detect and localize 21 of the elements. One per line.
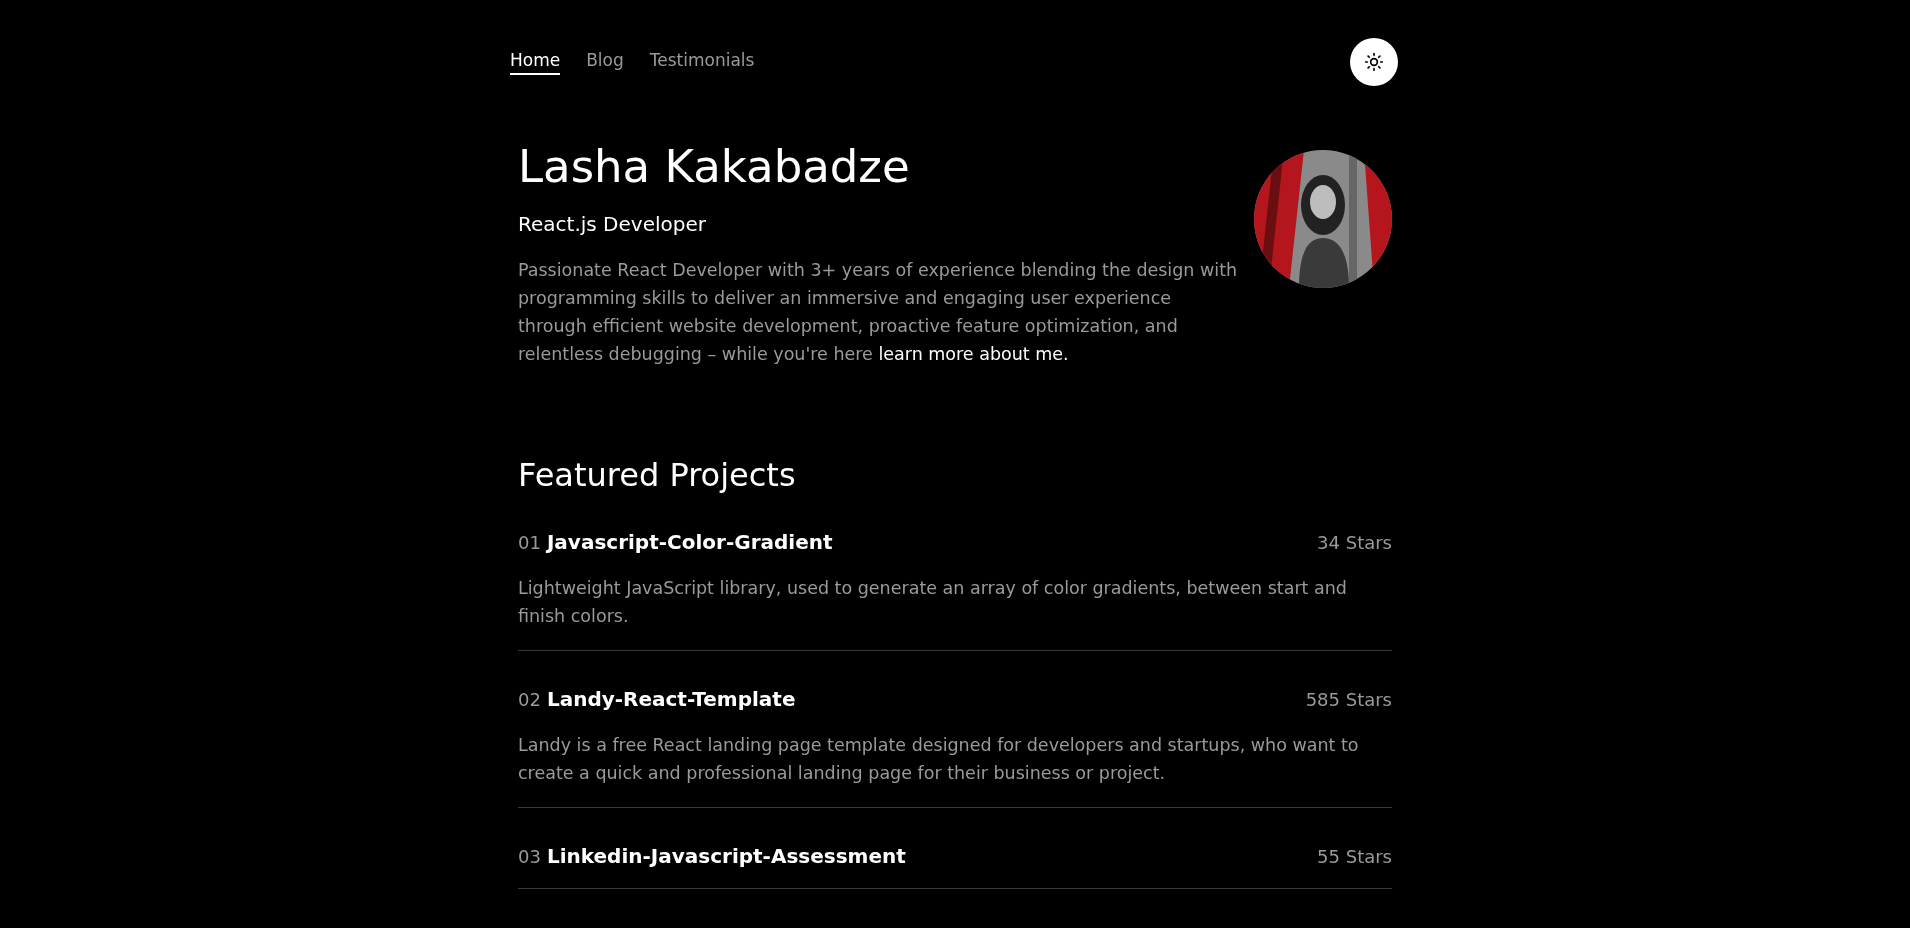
project-link[interactable]: Landy-React-Template [546, 687, 796, 711]
project-description: Lightweight JavaScript library, used to generate an array of color gradients, between start and finish colors. [518, 577, 1348, 628]
star-count: 585 Stars [1305, 689, 1392, 710]
nav-link[interactable]: Home [510, 49, 561, 75]
nav-link[interactable]: Blog [586, 49, 624, 75]
star-count: 34 Stars [1317, 532, 1392, 553]
star-count: 55 Stars [1317, 846, 1392, 867]
about-link[interactable]: learn more about me. [878, 344, 1069, 364]
project-link[interactable]: Javascript-Color-Gradient [546, 530, 833, 554]
name-heading: Lasha Kakabadze [518, 140, 911, 194]
section-heading: Featured Projects [518, 456, 797, 494]
project-number: 01 [518, 532, 541, 553]
project-number: 02 [518, 689, 541, 710]
bio-text: Passionate React Developer with 3+ years of experience blending the design with programming skills to deliver an immersive and engaging user experience through efficient website development, proactive feature optimization, and relentless debugging – while you're here learn more about me. [518, 259, 1238, 366]
nav-link[interactable]: Testimonials [649, 49, 755, 75]
project-number: 03 [518, 846, 541, 867]
role-text: React.js Developer [518, 212, 707, 236]
project-link[interactable]: Linkedin-Javascript-Assessment [546, 844, 906, 868]
project-description: Landy is a free React landing page template designed for developers and startups, who want to create a quick and professional landing page for their business or project. [518, 734, 1360, 785]
theme-toggle-button[interactable] [1350, 38, 1398, 86]
sun-icon [1364, 52, 1384, 72]
